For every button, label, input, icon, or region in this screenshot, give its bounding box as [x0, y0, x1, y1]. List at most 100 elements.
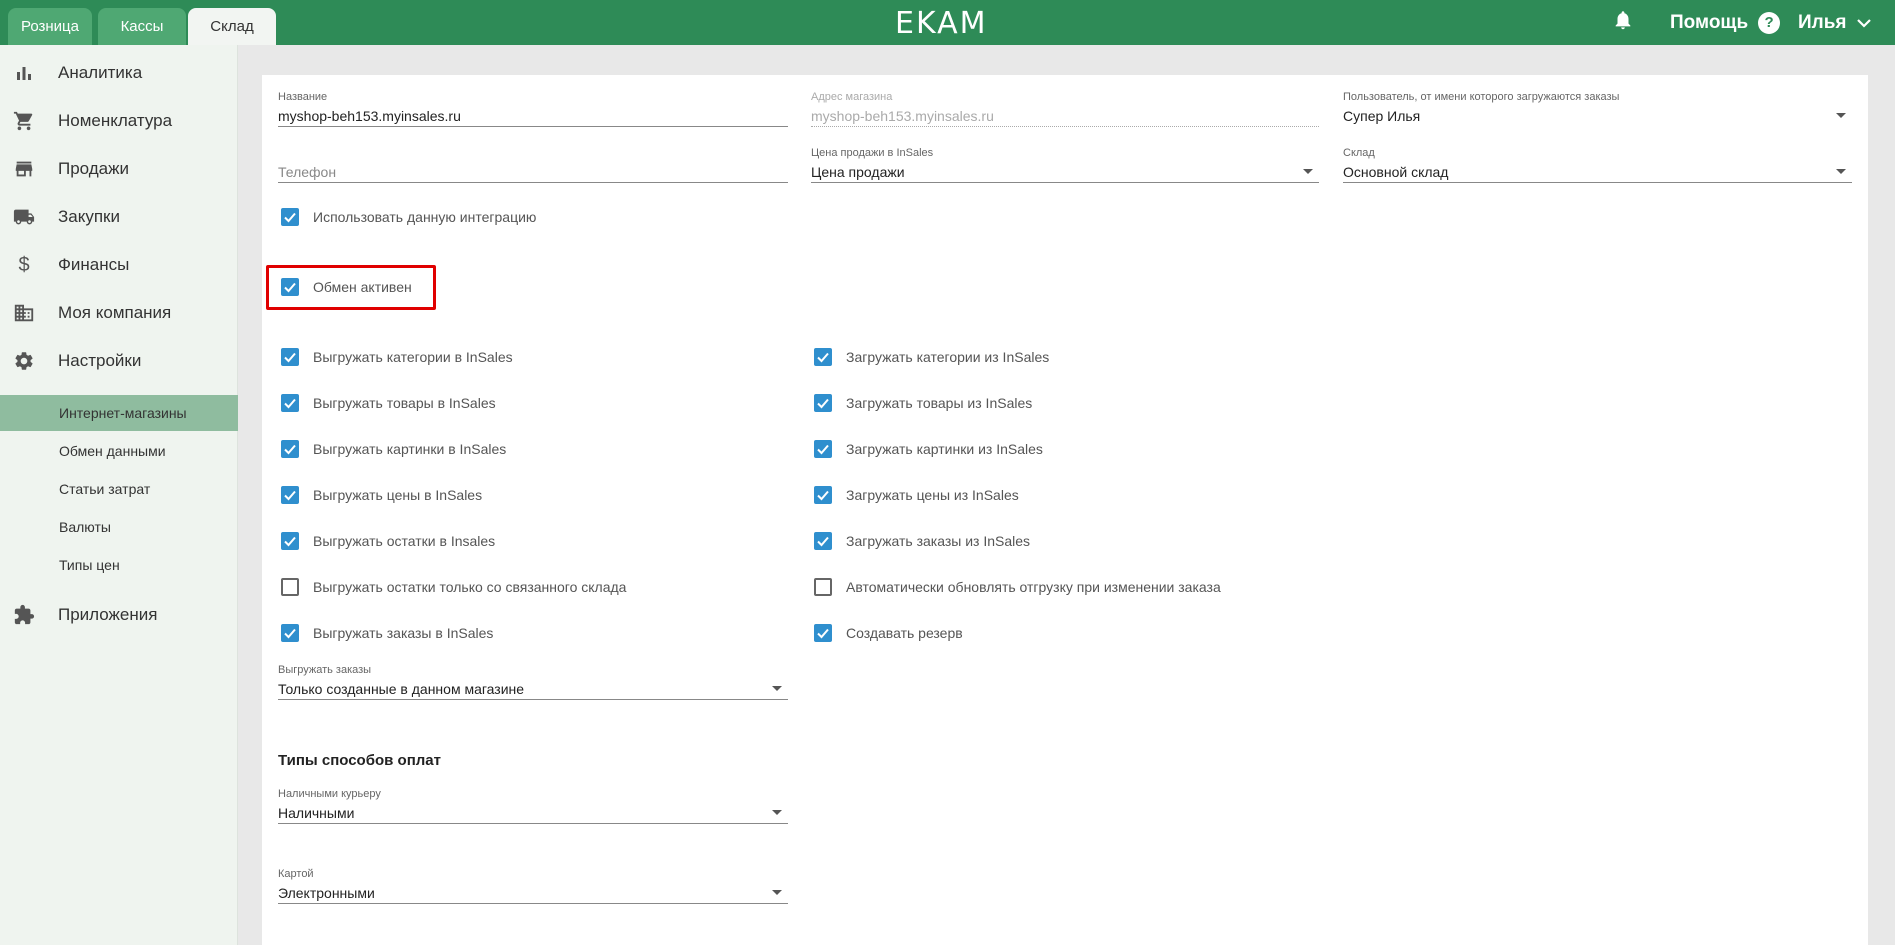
price-select-value[interactable]: Цена продажи [811, 160, 1319, 183]
sidebar-item-sales[interactable]: Продажи [0, 149, 238, 189]
export-orders-checkbox[interactable]: Выгружать заказы в InSales [281, 624, 493, 642]
phone-field[interactable]: Телефон [278, 147, 788, 183]
tab-retail[interactable]: Розница [8, 8, 92, 45]
create-reserve-checkbox[interactable]: Создавать резерв [814, 624, 963, 642]
import-images-checkbox[interactable]: Загружать картинки из InSales [814, 440, 1043, 458]
sidebar-item-finance[interactable]: $ Финансы [0, 245, 238, 285]
card-payment-select-value[interactable]: Электронными [278, 881, 788, 904]
export-stock-linked-warehouse-checkbox[interactable]: Выгружать остатки только со связанного с… [281, 578, 626, 596]
warehouse-select[interactable]: Склад Основной склад [1343, 147, 1852, 183]
sidebar-subitem-online-stores[interactable]: Интернет-магазины [0, 395, 238, 431]
checkbox-checked-icon [814, 486, 832, 504]
building-icon [12, 301, 36, 325]
gear-icon [12, 349, 36, 373]
notifications-button[interactable] [1612, 0, 1634, 45]
sidebar-item-settings[interactable]: Настройки [0, 341, 238, 381]
help-button[interactable]: Помощь ? [1670, 0, 1781, 45]
sidebar-item-label: Аналитика [58, 63, 143, 82]
checkbox-label: Загружать картинки из InSales [846, 441, 1043, 457]
checkbox-checked-icon [281, 624, 299, 642]
name-input[interactable]: myshop-beh153.myinsales.ru [278, 104, 788, 127]
field-label: Склад [1343, 147, 1375, 159]
export-stock-checkbox[interactable]: Выгружать остатки в Insales [281, 532, 495, 550]
sidebar-item-label: Настройки [58, 351, 142, 370]
sidebar-item-company[interactable]: Моя компания [0, 293, 238, 333]
puzzle-icon [12, 603, 36, 627]
field-label: Выгружать заказы [278, 664, 372, 676]
card-payment-select[interactable]: Картой Электронными [278, 868, 788, 904]
checkbox-checked-icon [814, 532, 832, 550]
sidebar-subitem-currencies[interactable]: Валюты [0, 509, 238, 545]
checkbox-checked-icon [281, 394, 299, 412]
user-menu[interactable]: Илья [1798, 0, 1871, 45]
checkbox-label: Загружать цены из InSales [846, 487, 1019, 503]
sidebar-item-label: Продажи [58, 159, 129, 178]
warehouse-select-value[interactable]: Основной склад [1343, 160, 1852, 183]
checkbox-checked-icon [281, 208, 299, 226]
bar-chart-icon [12, 61, 36, 85]
sidebar-item-apps[interactable]: Приложения [0, 595, 238, 635]
checkbox-label: Загружать категории из InSales [846, 349, 1050, 365]
checkbox-label: Выгружать картинки в InSales [313, 441, 507, 457]
checkbox-checked-icon [814, 624, 832, 642]
cash-courier-select[interactable]: Наличными курьеру Наличными [278, 788, 788, 824]
field-label: Наличными курьеру [278, 788, 381, 800]
sidebar-item-label: Приложения [58, 605, 158, 624]
select-value-text: Цена продажи [811, 164, 905, 180]
select-value-text: Электронными [278, 885, 375, 901]
cash-courier-select-value[interactable]: Наличными [278, 801, 788, 824]
cart-icon [12, 109, 36, 133]
checkbox-checked-icon [814, 348, 832, 366]
help-icon: ? [1758, 11, 1781, 34]
sidebar-item-purchases[interactable]: Закупки [0, 197, 238, 237]
checkbox-label: Выгружать категории в InSales [313, 349, 513, 365]
use-integration-checkbox[interactable]: Использовать данную интеграцию [281, 208, 536, 226]
export-images-checkbox[interactable]: Выгружать картинки в InSales [281, 440, 506, 458]
checkbox-checked-icon [814, 394, 832, 412]
phone-input[interactable]: Телефон [278, 160, 788, 183]
import-categories-checkbox[interactable]: Загружать категории из InSales [814, 348, 1049, 366]
dollar-icon: $ [18, 253, 30, 276]
export-prices-checkbox[interactable]: Выгружать цены в InSales [281, 486, 482, 504]
export-categories-checkbox[interactable]: Выгружать категории в InSales [281, 348, 513, 366]
import-products-checkbox[interactable]: Загружать товары из InSales [814, 394, 1032, 412]
checkbox-unchecked-icon [814, 578, 832, 596]
name-field[interactable]: Название myshop-beh153.myinsales.ru [278, 91, 788, 127]
sidebar-item-catalog[interactable]: Номенклатура [0, 101, 238, 141]
exchange-active-checkbox[interactable]: Обмен активен [281, 278, 412, 296]
shop-address-input: myshop-beh153.myinsales.ru [811, 104, 1319, 127]
checkbox-checked-icon [281, 348, 299, 366]
export-products-checkbox[interactable]: Выгружать товары в InSales [281, 394, 496, 412]
ekam-logo[interactable]: EKAM [895, 6, 988, 41]
checkbox-label: Загружать заказы из InSales [846, 533, 1031, 549]
sidebar-subitem-price-types[interactable]: Типы цен [0, 547, 238, 583]
import-orders-checkbox[interactable]: Загружать заказы из InSales [814, 532, 1030, 550]
select-value-text: Наличными [278, 805, 355, 821]
sidebar-subitem-expense-items[interactable]: Статьи затрат [0, 471, 238, 507]
checkbox-label: Выгружать остатки только со связанного с… [313, 579, 627, 595]
export-orders-select[interactable]: Выгружать заказы Только созданные в данн… [278, 664, 788, 700]
sidebar-item-label: Финансы [58, 255, 130, 274]
checkbox-label: Выгружать товары в InSales [313, 395, 496, 411]
auto-update-shipment-checkbox[interactable]: Автоматически обновлять отгрузку при изм… [814, 578, 1221, 596]
user-select[interactable]: Пользователь, от имени которого загружаю… [1343, 91, 1852, 127]
field-label: Адрес магазина [811, 91, 893, 103]
select-value-text: Основной склад [1343, 164, 1449, 180]
tab-warehouse[interactable]: Склад [188, 8, 276, 45]
sidebar-subitem-data-exchange[interactable]: Обмен данными [0, 433, 238, 469]
tab-registers[interactable]: Кассы [98, 8, 186, 45]
sidebar-item-analytics[interactable]: Аналитика [0, 53, 238, 93]
checkbox-label: Выгружать цены в InSales [313, 487, 483, 503]
checkbox-unchecked-icon [281, 578, 299, 596]
dropdown-arrow-icon [1836, 113, 1846, 118]
price-select[interactable]: Цена продажи в InSales Цена продажи [811, 147, 1319, 183]
checkbox-checked-icon [814, 440, 832, 458]
sidebar-item-label: Моя компания [58, 303, 172, 322]
bell-icon [1612, 9, 1634, 37]
import-prices-checkbox[interactable]: Загружать цены из InSales [814, 486, 1019, 504]
field-label: Цена продажи в InSales [811, 147, 934, 159]
checkbox-label: Создавать резерв [846, 625, 963, 641]
user-select-value[interactable]: Супер Илья [1343, 104, 1852, 127]
export-orders-select-value[interactable]: Только созданные в данном магазине [278, 677, 788, 700]
user-name: Илья [1798, 11, 1847, 33]
